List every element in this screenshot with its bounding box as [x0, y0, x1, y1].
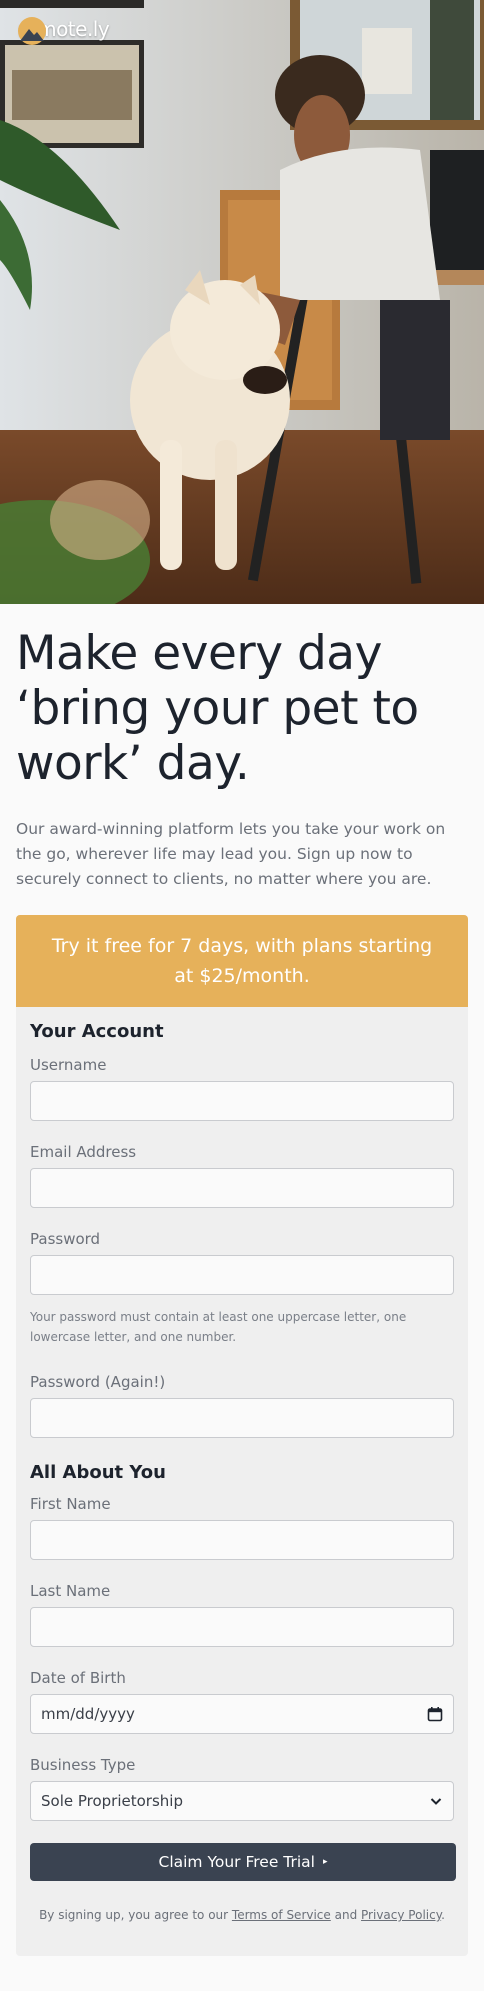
dob-placeholder: mm/dd/yyyy	[41, 1705, 135, 1723]
chevron-down-icon	[430, 1798, 442, 1805]
signup-form: Try it free for 7 days, with plans start…	[16, 915, 468, 1956]
business-type-field-group: Business Type Sole Proprietorship	[30, 1756, 454, 1821]
form-body: Your Account Username Email Address Pass…	[16, 1007, 468, 1956]
calendar-icon[interactable]	[427, 1706, 443, 1722]
password-hint: Your password must contain at least one …	[30, 1310, 407, 1344]
hero-image: remote.ly	[0, 0, 484, 604]
password-again-label: Password (Again!)	[30, 1373, 166, 1391]
claim-trial-button[interactable]: Claim Your Free Trial ▸	[30, 1843, 456, 1881]
username-label: Username	[30, 1056, 107, 1074]
password-again-input[interactable]	[30, 1398, 454, 1438]
brand-logo[interactable]: remote.ly	[18, 17, 110, 45]
password-field-group: Password	[30, 1230, 454, 1295]
first-name-field-group: First Name	[30, 1495, 454, 1560]
password-again-field-group: Password (Again!)	[30, 1373, 454, 1438]
dob-input[interactable]: mm/dd/yyyy	[30, 1694, 454, 1734]
claim-trial-label: Claim Your Free Trial	[158, 1853, 315, 1871]
hero-photo	[0, 0, 484, 604]
first-name-label: First Name	[30, 1495, 111, 1513]
promo-banner: Try it free for 7 days, with plans start…	[16, 915, 468, 1007]
business-type-value: Sole Proprietorship	[41, 1792, 183, 1810]
last-name-input[interactable]	[30, 1607, 454, 1647]
intro-text: Our award-winning platform lets you take…	[16, 820, 446, 888]
username-field-group: Username	[30, 1056, 454, 1121]
email-field-group: Email Address	[30, 1143, 454, 1208]
legal-and: and	[334, 1908, 358, 1922]
legal-suffix: .	[441, 1908, 445, 1922]
business-type-select[interactable]: Sole Proprietorship	[30, 1781, 454, 1821]
section-title-account: Your Account	[30, 1021, 164, 1042]
legal-prefix: By signing up, you agree to our	[39, 1908, 229, 1922]
section-title-about: All About You	[30, 1462, 166, 1483]
page-title: Make every day ‘bring your pet to work’ …	[16, 626, 419, 791]
first-name-input[interactable]	[30, 1520, 454, 1560]
mountain-sun-icon	[18, 17, 46, 45]
last-name-field-group: Last Name	[30, 1582, 454, 1647]
email-input[interactable]	[30, 1168, 454, 1208]
play-arrow-icon: ▸	[322, 1857, 328, 1867]
business-type-label: Business Type	[30, 1756, 136, 1774]
username-input[interactable]	[30, 1081, 454, 1121]
last-name-label: Last Name	[30, 1582, 111, 1600]
legal-text: By signing up, you agree to our Terms of…	[30, 1908, 454, 1922]
privacy-link[interactable]: Privacy Policy	[361, 1908, 441, 1922]
terms-link[interactable]: Terms of Service	[232, 1908, 331, 1922]
password-input[interactable]	[30, 1255, 454, 1295]
password-label: Password	[30, 1230, 101, 1248]
dob-field-group: Date of Birth mm/dd/yyyy	[30, 1669, 454, 1734]
main-content: Make every day ‘bring your pet to work’ …	[0, 626, 484, 1956]
email-label: Email Address	[30, 1143, 137, 1161]
dob-label: Date of Birth	[30, 1669, 126, 1687]
